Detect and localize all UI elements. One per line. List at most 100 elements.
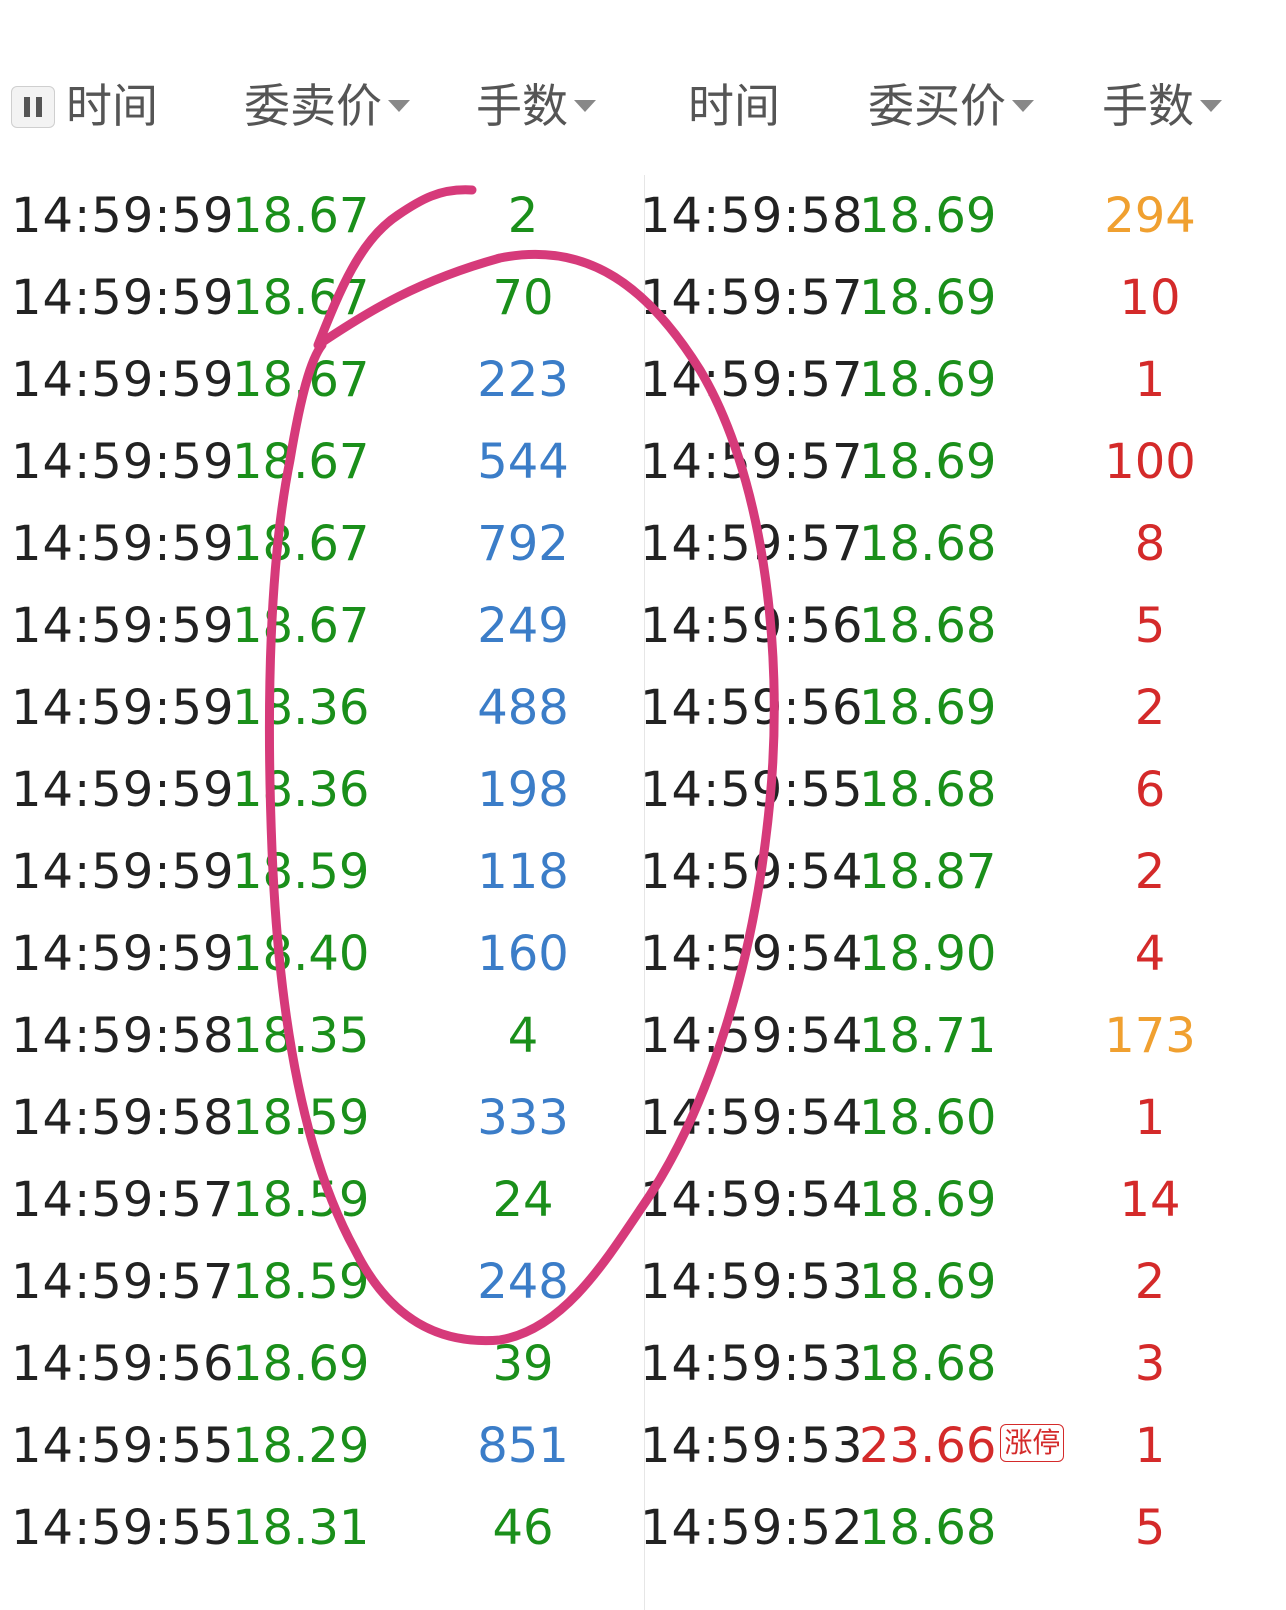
header-ask-price-label: 委卖价 [244, 79, 382, 133]
sell-qty: 24 [492, 1172, 554, 1228]
dropdown-arrow-icon [1012, 99, 1034, 112]
buy-time: 14:59:57 [640, 516, 864, 572]
buy-qty: 10 [1119, 270, 1181, 326]
buy-time: 14:59:53 [640, 1336, 864, 1392]
sell-time: 14:59:59 [11, 434, 235, 490]
buy-price: 18.71 [859, 994, 996, 1078]
table-row: 14:59:55 18.29 851 14:59:53 23.66 涨停 1 [0, 1404, 1286, 1488]
buy-time: 14:59:58 [640, 188, 864, 244]
sell-qty: 46 [492, 1500, 554, 1556]
buy-price-value: 18.69 [859, 352, 997, 408]
sell-qty: 488 [477, 680, 569, 736]
table-row: 14:59:57 18.59 248 14:59:53 18.69 2 [0, 1240, 1286, 1324]
header-buy-qty-label: 手数 [1102, 79, 1194, 133]
buy-price-value: 18.69 [859, 1254, 997, 1310]
header-bid-price[interactable]: 委买价 [868, 70, 1034, 142]
buy-time: 14:59:54 [640, 1090, 864, 1146]
sell-qty: 333 [477, 1090, 569, 1146]
buy-time: 14:59:52 [640, 1500, 864, 1556]
buy-time: 14:59:57 [640, 270, 864, 326]
buy-price: 18.69 [859, 256, 996, 340]
buy-qty: 5 [1134, 598, 1166, 654]
table-row: 14:59:59 18.67 223 14:59:57 18.69 1 [0, 338, 1286, 422]
dropdown-arrow-icon [1200, 99, 1222, 112]
sell-time: 14:59:59 [11, 188, 235, 244]
sell-price: 18.69 [232, 1336, 370, 1392]
buy-time: 14:59:54 [640, 926, 864, 982]
sell-time: 14:59:59 [11, 844, 235, 900]
table-row: 14:59:57 18.59 24 14:59:54 18.69 14 [0, 1158, 1286, 1242]
limit-up-badge: 涨停 [1000, 1424, 1065, 1462]
sell-time: 14:59:57 [11, 1254, 235, 1310]
sell-price: 18.59 [232, 1254, 370, 1310]
sell-price: 18.35 [232, 1008, 370, 1064]
buy-price: 18.69 [859, 1240, 996, 1324]
buy-qty: 8 [1134, 516, 1166, 572]
table-row: 14:59:56 18.69 39 14:59:53 18.68 3 [0, 1322, 1286, 1406]
buy-price: 18.69 [859, 338, 996, 422]
buy-price: 18.87 [859, 830, 996, 914]
sell-price: 18.36 [232, 680, 370, 736]
header-ask-price[interactable]: 委卖价 [244, 70, 410, 142]
sell-qty: 4 [507, 1008, 539, 1064]
buy-price-value: 18.68 [859, 516, 997, 572]
table-row: 14:59:59 18.36 198 14:59:55 18.68 6 [0, 748, 1286, 832]
buy-price: 18.69 [859, 1158, 996, 1242]
table-row: 14:59:59 18.36 488 14:59:56 18.69 2 [0, 666, 1286, 750]
sell-qty: 2 [507, 188, 539, 244]
buy-price: 18.69 [859, 174, 996, 258]
sell-price: 18.59 [232, 1172, 370, 1228]
buy-qty: 1 [1134, 352, 1166, 408]
buy-price-value: 18.69 [859, 270, 997, 326]
header-sell-time: 时间 [66, 79, 158, 133]
sell-price: 18.67 [232, 188, 370, 244]
buy-qty: 6 [1134, 762, 1166, 818]
buy-qty: 2 [1134, 844, 1166, 900]
buy-qty: 1 [1134, 1090, 1166, 1146]
sell-qty: 160 [477, 926, 569, 982]
sell-qty: 544 [477, 434, 569, 490]
buy-price: 23.66 涨停 [859, 1404, 1065, 1488]
header-sell-qty-label: 手数 [476, 79, 568, 133]
sell-qty: 249 [477, 598, 569, 654]
sell-time: 14:59:59 [11, 352, 235, 408]
buy-price-value: 18.68 [859, 1336, 997, 1392]
buy-time: 14:59:56 [640, 680, 864, 736]
sell-time: 14:59:59 [11, 762, 235, 818]
sell-qty: 851 [477, 1418, 569, 1474]
sell-qty: 223 [477, 352, 569, 408]
buy-qty: 1 [1134, 1418, 1166, 1474]
buy-price-value: 18.87 [859, 844, 997, 900]
sell-time: 14:59:59 [11, 516, 235, 572]
buy-qty: 2 [1134, 680, 1166, 736]
table-row: 14:59:59 18.59 118 14:59:54 18.87 2 [0, 830, 1286, 914]
buy-qty: 173 [1104, 1008, 1196, 1064]
buy-qty: 4 [1134, 926, 1166, 982]
header-bid-price-label: 委买价 [868, 79, 1006, 133]
buy-time: 14:59:56 [640, 598, 864, 654]
buy-time: 14:59:54 [640, 1008, 864, 1064]
pause-icon[interactable] [11, 86, 55, 128]
sell-qty: 70 [492, 270, 554, 326]
buy-price: 18.68 [859, 1322, 996, 1406]
sell-qty: 39 [492, 1336, 554, 1392]
table-row: 14:59:58 18.35 4 14:59:54 18.71 173 [0, 994, 1286, 1078]
sell-time: 14:59:59 [11, 598, 235, 654]
buy-qty: 5 [1134, 1500, 1166, 1556]
sell-price: 18.40 [232, 926, 370, 982]
table-row: 14:59:59 18.67 2 14:59:58 18.69 294 [0, 174, 1286, 258]
buy-time: 14:59:54 [640, 844, 864, 900]
sell-price: 18.36 [232, 762, 370, 818]
header-buy-qty[interactable]: 手数 [1102, 70, 1222, 142]
buy-time: 14:59:57 [640, 352, 864, 408]
buy-price-value: 18.68 [859, 1500, 997, 1556]
buy-time: 14:59:53 [640, 1418, 864, 1474]
header-sell-qty[interactable]: 手数 [476, 70, 596, 142]
sell-time: 14:59:57 [11, 1172, 235, 1228]
sell-time: 14:59:55 [11, 1418, 235, 1474]
buy-time: 14:59:54 [640, 1172, 864, 1228]
dropdown-arrow-icon [388, 99, 410, 112]
header-buy-time: 时间 [688, 79, 780, 133]
buy-price: 18.90 [859, 912, 996, 996]
buy-price-value: 18.60 [859, 1090, 997, 1146]
